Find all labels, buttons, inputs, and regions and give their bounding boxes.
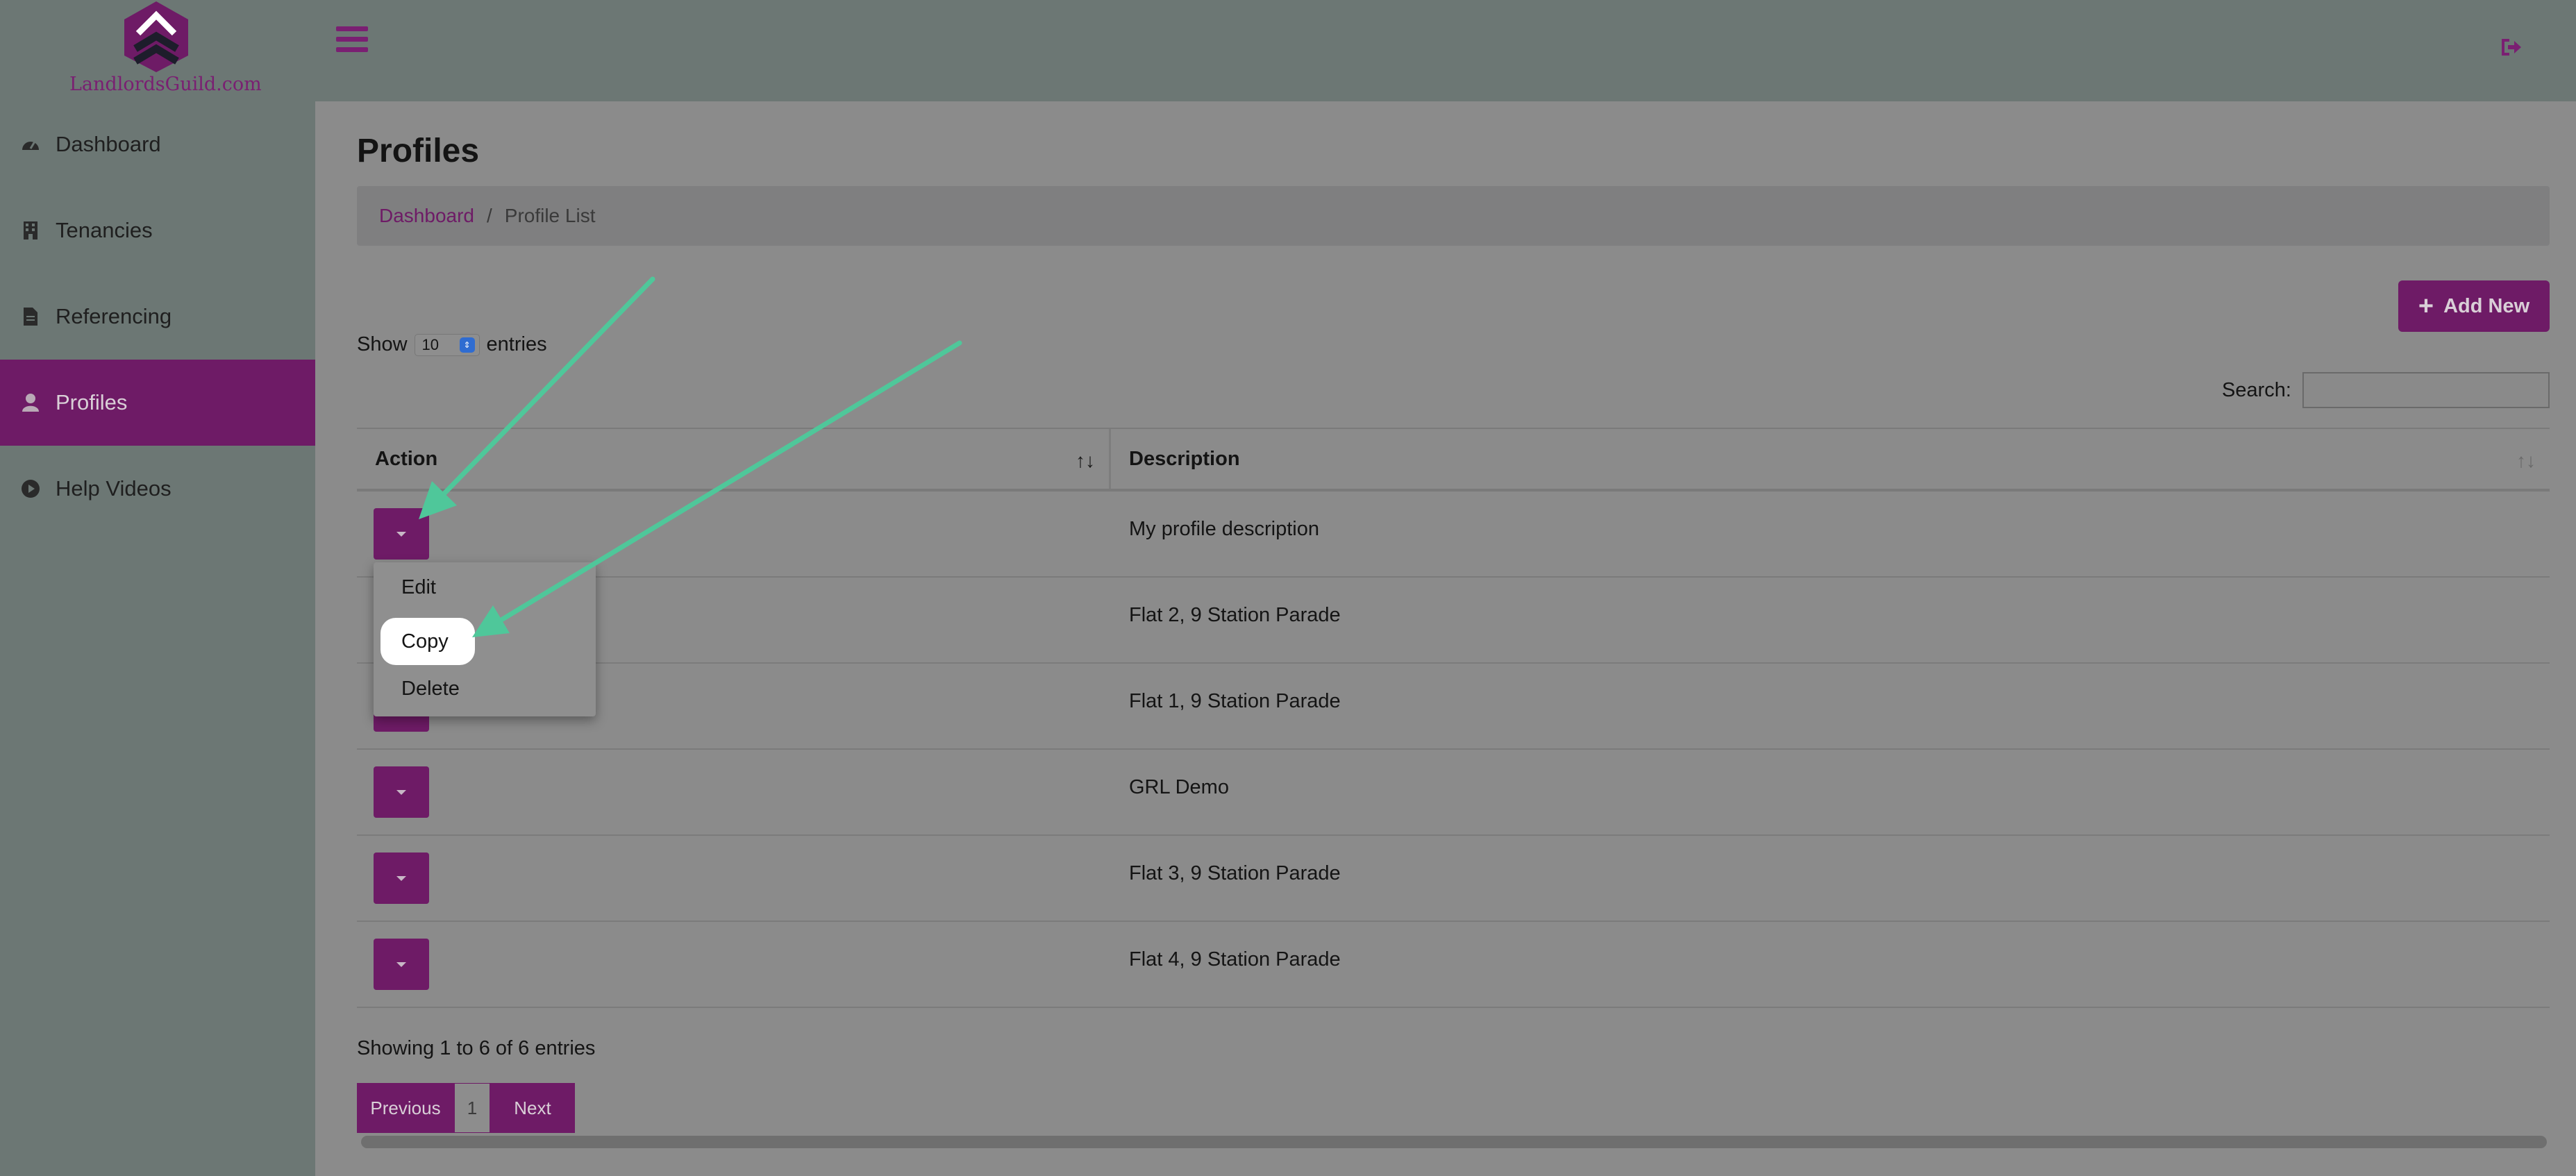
column-header-description[interactable]: Description ↑↓ <box>1111 429 2550 489</box>
entries-select-value: 10 <box>421 335 440 353</box>
row-action-dropdown-button[interactable] <box>374 766 429 818</box>
dashboard-icon <box>21 135 40 154</box>
sidebar-item-dashboard[interactable]: Dashboard <box>0 101 315 187</box>
table-info: Showing 1 to 6 of 6 entries <box>357 1037 596 1059</box>
play-circle-icon <box>21 479 40 498</box>
caret-down-icon <box>396 789 406 795</box>
description-cell: My profile description <box>1129 518 1319 540</box>
add-new-label: Add New <box>2443 294 2530 317</box>
page-title: Profiles <box>357 133 480 169</box>
profiles-table: Action ↑↓ Description ↑↓ My profile desc… <box>357 428 2550 1008</box>
main-content: Profiles Dashboard / Profile List + Add … <box>315 101 2576 1176</box>
sidebar-item-help-videos[interactable]: Help Videos <box>0 446 315 532</box>
show-label: Show <box>357 333 408 355</box>
pagination: Previous 1 Next <box>357 1083 575 1133</box>
table-row: Flat 1, 9 Station Parade <box>357 664 2550 750</box>
row-action-dropdown-button[interactable] <box>374 852 429 904</box>
user-icon <box>21 393 40 412</box>
action-cell <box>357 836 1111 921</box>
logo-icon <box>124 1 188 72</box>
sort-icon: ↑↓ <box>2516 450 2536 471</box>
description-cell: Flat 2, 9 Station Parade <box>1129 604 1341 626</box>
table-row: Flat 4, 9 Station Parade <box>357 922 2550 1008</box>
sidebar-item-tenancies[interactable]: Tenancies <box>0 187 315 274</box>
entries-label: entries <box>486 333 547 355</box>
sidebar-item-label: Referencing <box>56 304 172 328</box>
sidebar-item-label: Tenancies <box>56 218 153 242</box>
table-row: GRL Demo <box>357 750 2550 836</box>
row-action-dropdown-button[interactable] <box>374 939 429 990</box>
description-cell: Flat 4, 9 Station Parade <box>1129 948 1341 971</box>
description-cell: GRL Demo <box>1129 776 1229 798</box>
caret-down-icon <box>396 961 406 967</box>
sidebar-item-label: Help Videos <box>56 476 172 501</box>
column-header-label: Description <box>1129 447 1240 470</box>
table-row: Flat 2, 9 Station Parade <box>357 578 2550 664</box>
table-row: Flat 3, 9 Station Parade <box>357 836 2550 922</box>
breadcrumb-dashboard-link[interactable]: Dashboard <box>379 205 474 227</box>
topbar <box>315 0 2576 101</box>
description-cell: Flat 3, 9 Station Parade <box>1129 862 1341 884</box>
menu-item-edit[interactable]: Edit <box>401 576 436 599</box>
previous-page-button[interactable]: Previous <box>357 1083 454 1133</box>
action-cell <box>357 922 1111 1007</box>
entries-length-control: Show 10 ⇕ entries <box>357 333 547 356</box>
row-action-dropdown-button[interactable] <box>374 508 429 560</box>
menu-item-copy-label: Copy <box>401 630 449 653</box>
caret-down-icon <box>396 531 406 537</box>
menu-item-delete[interactable]: Delete <box>401 678 460 700</box>
add-new-button[interactable]: + Add New <box>2398 280 2550 332</box>
plus-icon: + <box>2418 291 2434 321</box>
search-label: Search: <box>2222 378 2291 401</box>
entries-select[interactable]: 10 ⇕ <box>414 333 480 356</box>
caret-down-icon <box>396 875 406 881</box>
horizontal-scrollbar[interactable] <box>361 1136 2547 1148</box>
breadcrumb: Dashboard / Profile List <box>357 186 2550 246</box>
menu-item-copy[interactable]: Copy <box>380 618 475 665</box>
search-input[interactable] <box>2302 372 2550 408</box>
sidebar-item-referencing[interactable]: Referencing <box>0 274 315 360</box>
column-header-label: Action <box>375 447 438 470</box>
sidebar-item-profiles[interactable]: Profiles <box>0 360 315 446</box>
sort-asc-icon: ↑↓ <box>1076 450 1095 471</box>
sidebar: LandlordsGuild.com Dashboard Tenancies R… <box>0 0 315 1176</box>
next-page-button[interactable]: Next <box>490 1083 575 1133</box>
logout-icon[interactable] <box>2501 39 2522 59</box>
menu-icon[interactable] <box>336 26 368 54</box>
sidebar-item-label: Dashboard <box>56 132 161 156</box>
logo-text: LandlordsGuild.com <box>69 74 262 95</box>
logo[interactable]: LandlordsGuild.com <box>69 0 262 97</box>
breadcrumb-separator: / <box>486 205 492 226</box>
building-icon <box>21 221 40 240</box>
row-action-menu: Edit Copy Delete <box>374 562 596 716</box>
breadcrumb-current: Profile List <box>504 205 596 226</box>
description-cell: Flat 1, 9 Station Parade <box>1129 690 1341 712</box>
column-header-action[interactable]: Action ↑↓ <box>357 429 1111 489</box>
document-icon <box>21 307 40 326</box>
select-arrows-icon: ⇕ <box>459 337 475 353</box>
page-number-button[interactable]: 1 <box>454 1083 490 1133</box>
search-control: Search: <box>2222 372 2550 408</box>
app-root: LandlordsGuild.com Dashboard Tenancies R… <box>0 0 2576 1176</box>
table-row: My profile description <box>357 492 2550 578</box>
action-cell <box>357 750 1111 834</box>
table-header: Action ↑↓ Description ↑↓ <box>357 428 2550 492</box>
sidebar-item-label: Profiles <box>56 390 128 414</box>
